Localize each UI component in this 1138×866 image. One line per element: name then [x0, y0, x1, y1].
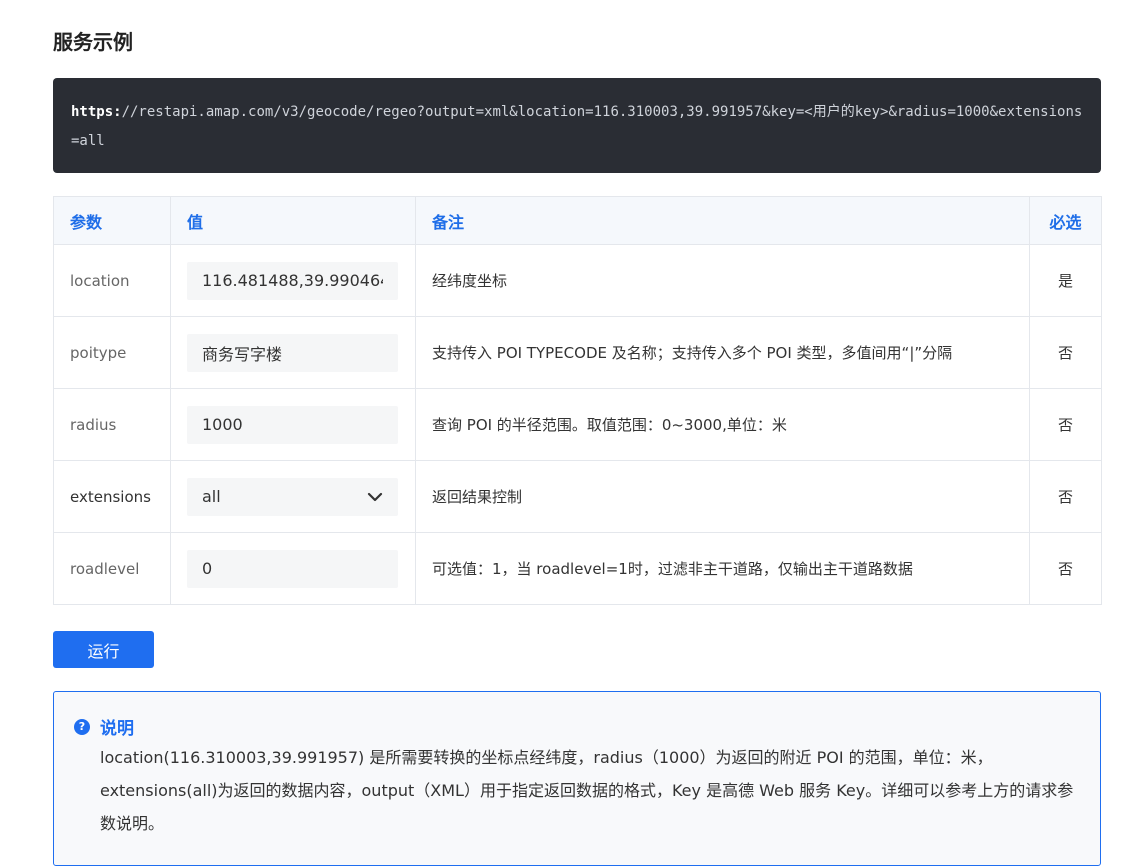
header-param: 参数 [53, 196, 171, 245]
param-name: poitype [53, 316, 171, 389]
table-row: extensions all 返回结果控制 否 [53, 460, 1102, 533]
param-name: extensions [53, 460, 171, 533]
param-name: radius [53, 388, 171, 461]
table-row: poitype 支持传入 POI TYPECODE 及名称；支持传入多个 POI… [53, 316, 1102, 389]
param-required: 否 [1029, 316, 1102, 389]
question-circle-icon: ? [74, 718, 90, 735]
roadlevel-input[interactable] [187, 549, 398, 588]
table-row: roadlevel 可选值：1，当 roadlevel=1时，过滤非主干道路，仅… [53, 532, 1102, 605]
param-required: 否 [1029, 460, 1102, 533]
table-row: radius 查询 POI 的半径范围。取值范围：0~3000,单位：米 否 [53, 388, 1102, 461]
header-remark: 备注 [415, 196, 1030, 245]
param-required: 否 [1029, 388, 1102, 461]
table-row: location 经纬度坐标 是 [53, 244, 1102, 317]
params-table: 参数 值 备注 必选 location 经纬度坐标 是 poitype 支持传入… [53, 196, 1102, 605]
note-title: 说明 [100, 719, 134, 739]
run-button[interactable]: 运行 [53, 631, 154, 668]
param-remark: 返回结果控制 [415, 460, 1030, 533]
param-name: roadlevel [53, 532, 171, 605]
url-rest: //restapi.amap.com/v3/geocode/regeo?outp… [71, 104, 1083, 149]
param-required: 是 [1029, 244, 1102, 317]
page-title: 服务示例 [53, 30, 133, 54]
header-value: 值 [170, 196, 416, 245]
param-remark: 查询 POI 的半径范围。取值范围：0~3000,单位：米 [415, 388, 1030, 461]
param-remark: 经纬度坐标 [415, 244, 1030, 317]
note-box: ? 说明 location(116.310003,39.991957) 是所需要… [53, 691, 1101, 866]
chevron-down-icon [367, 492, 383, 501]
table-header-row: 参数 值 备注 必选 [53, 196, 1102, 245]
request-url-code-block: https://restapi.amap.com/v3/geocode/rege… [53, 78, 1101, 173]
extensions-selected-value: all [202, 487, 221, 506]
extensions-select[interactable]: all [187, 477, 398, 516]
param-name: location [53, 244, 171, 317]
url-scheme: https: [71, 104, 122, 120]
poitype-input[interactable] [187, 333, 398, 372]
param-remark: 可选值：1，当 roadlevel=1时，过滤非主干道路，仅输出主干道路数据 [415, 532, 1030, 605]
param-remark: 支持传入 POI TYPECODE 及名称；支持传入多个 POI 类型，多值间用… [415, 316, 1030, 389]
header-required: 必选 [1029, 196, 1102, 245]
note-text: location(116.310003,39.991957) 是所需要转换的坐标… [100, 748, 1074, 833]
radius-input[interactable] [187, 405, 398, 444]
param-required: 否 [1029, 532, 1102, 605]
note-header: ? 说明 [74, 714, 1080, 739]
location-input[interactable] [187, 261, 398, 300]
